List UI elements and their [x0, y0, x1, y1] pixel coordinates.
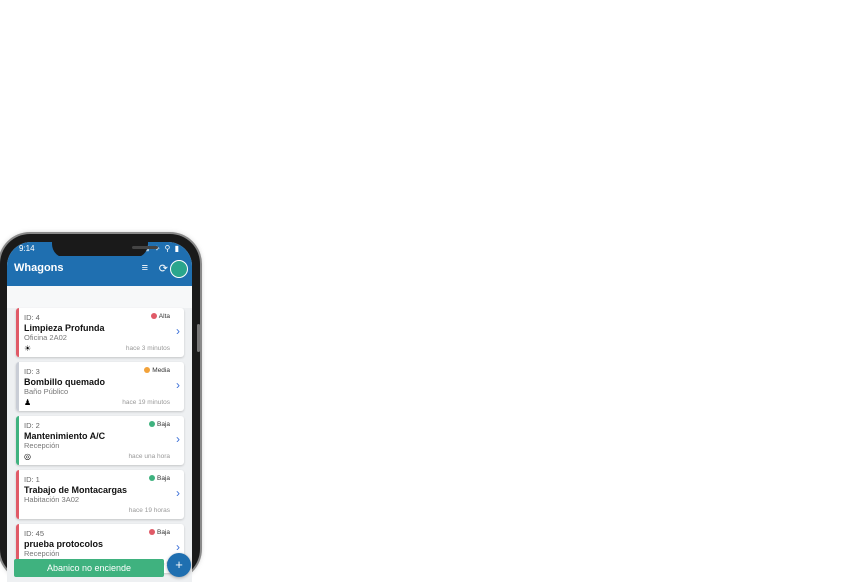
- snackbar[interactable]: Abanico no enciende: [14, 559, 164, 577]
- priority-bar: [16, 362, 19, 411]
- task-id: ID: 1: [24, 475, 40, 484]
- speaker: [132, 246, 158, 249]
- chevron-right-icon[interactable]: ›: [176, 432, 180, 446]
- priority-label: Alta: [158, 313, 170, 320]
- chevron-right-icon[interactable]: ›: [176, 486, 180, 500]
- priority-dot: [148, 529, 155, 535]
- task-location: Recepción: [24, 549, 60, 558]
- priority-dot: [148, 475, 155, 481]
- task-time: hace una hora: [128, 453, 170, 460]
- task-id: ID: 45: [24, 529, 45, 538]
- priority-badge: Baja: [148, 421, 170, 428]
- task-title: Trabajo de Montacargas: [24, 485, 128, 495]
- task-id: ID: 2: [24, 421, 40, 430]
- priority-bar: [16, 470, 19, 519]
- task-location: Recepción: [24, 441, 60, 450]
- task-time: hace 19 minutos: [122, 399, 170, 406]
- task-id: ID: 4: [24, 313, 40, 322]
- phone-screen: 9:14 ⊠ ✦ ⚲ ▮ Whagons ≡ ⟳ ID: 4 Alta Limpie…: [7, 242, 192, 582]
- task-location: Habitación 3A02: [24, 495, 80, 504]
- filter-icon[interactable]: ≡: [142, 262, 148, 274]
- priority-label: Media: [152, 367, 170, 374]
- priority-badge: Baja: [148, 475, 170, 482]
- app-bar: Whagons ≡ ⟳: [7, 256, 192, 286]
- status-time: 9:14: [19, 244, 35, 253]
- app-title: Whagons: [14, 262, 64, 274]
- task-title: Limpieza Profunda: [24, 323, 105, 333]
- task-card[interactable]: ID: 4 Alta Limpieza Profunda Oficina 2A02 ☀ h…: [16, 308, 184, 357]
- priority-label: Baja: [156, 529, 170, 536]
- add-task-button[interactable]: +: [167, 553, 191, 577]
- task-time: hace 3 minutos: [125, 345, 170, 352]
- task-type-icon: ◎: [24, 452, 31, 461]
- priority-bar: [16, 416, 19, 465]
- phone-frame: 9:14 ⊠ ✦ ⚲ ▮ Whagons ≡ ⟳ ID: 4 Alta Limpie…: [0, 234, 200, 582]
- chevron-right-icon[interactable]: ›: [176, 540, 180, 554]
- chevron-right-icon[interactable]: ›: [176, 378, 180, 392]
- priority-badge: Alta: [150, 313, 170, 320]
- task-time: hace 19 horas: [128, 507, 170, 514]
- task-title: prueba protocolos: [24, 539, 104, 549]
- priority-bar: [16, 308, 19, 357]
- priority-label: Baja: [156, 421, 170, 428]
- list-header-space: [7, 286, 192, 308]
- priority-dot: [148, 421, 155, 427]
- task-id: ID: 3: [24, 367, 40, 376]
- priority-badge: Media: [144, 367, 170, 374]
- priority-label: Baja: [156, 475, 170, 482]
- priority-dot: [150, 313, 157, 319]
- chevron-right-icon[interactable]: ›: [176, 324, 180, 338]
- refresh-icon[interactable]: ⟳: [159, 262, 168, 275]
- task-title: Bombillo quemado: [24, 377, 105, 387]
- avatar-icon[interactable]: [170, 260, 188, 278]
- task-title: Mantenimiento A/C: [24, 431, 106, 441]
- task-location: Baño Público: [24, 387, 69, 396]
- task-card[interactable]: ID: 3 Media Bombillo quemado Baño Público ♟ h…: [16, 362, 184, 411]
- priority-dot: [144, 367, 151, 373]
- task-location: Oficina 2A02: [24, 333, 67, 342]
- task-list: ID: 4 Alta Limpieza Profunda Oficina 2A02 ☀ h…: [16, 308, 184, 578]
- task-type-icon: ♟: [24, 398, 32, 407]
- side-button: [197, 324, 200, 352]
- priority-badge: Baja: [148, 529, 170, 536]
- task-card[interactable]: ID: 1 Baja Trabajo de Montacargas Habitació…: [16, 470, 184, 519]
- task-type-icon: ☀: [24, 344, 32, 353]
- task-card[interactable]: ID: 2 Baja Mantenimiento A/C Recepción ◎ hace…: [16, 416, 184, 465]
